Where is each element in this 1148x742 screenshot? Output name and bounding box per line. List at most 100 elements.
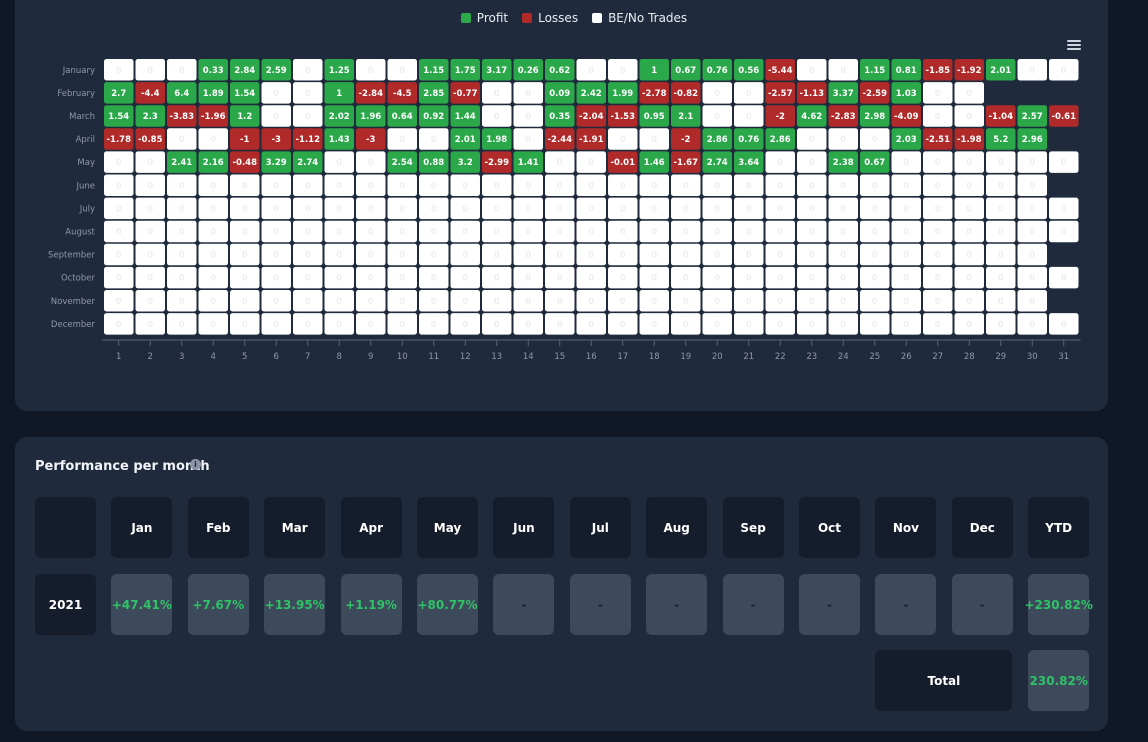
heatmap-cell-label: 0 — [588, 251, 594, 261]
heatmap-cell-label: 0 — [305, 89, 311, 99]
heatmap-cell-label: 0 — [966, 158, 972, 168]
heatmap-cell-label: 0 — [903, 158, 909, 168]
heatmap-cell-label: 3.37 — [833, 89, 854, 99]
month-performance-value[interactable]: - — [722, 574, 784, 635]
day-label: 4 — [211, 352, 216, 362]
heatmap-cell-label: -3.83 — [170, 112, 195, 122]
heatmap-cell-label: 0 — [431, 181, 437, 191]
heatmap-cell-label: 0 — [305, 112, 311, 122]
heatmap-cell-label: 0 — [242, 204, 248, 214]
heatmap-cell-label: 0 — [399, 204, 405, 214]
heatmap-cell-label: 0 — [336, 181, 342, 191]
day-label: 3 — [179, 352, 184, 362]
month-performance-value[interactable]: +47.41% — [111, 574, 173, 635]
month-performance-value[interactable]: - — [569, 574, 631, 635]
heatmap-cell-label: 0.95 — [644, 112, 665, 122]
heatmap-cell-label: 0 — [872, 251, 878, 261]
heatmap-cell-label: 0 — [147, 297, 153, 307]
heatmap-cell-label: -2 — [776, 112, 786, 122]
info-icon[interactable]: i — [190, 459, 201, 470]
heatmap-cell-label: 1.54 — [234, 89, 255, 99]
heatmap-cell-label: 0 — [777, 297, 783, 307]
month-performance-value[interactable]: +80.77% — [417, 574, 478, 635]
heatmap-cell-label: 0 — [179, 297, 185, 307]
heatmap-cell-label: 0 — [305, 227, 311, 237]
day-label: 24 — [838, 352, 849, 362]
heatmap-cell-label: 2.84 — [234, 66, 255, 76]
heatmap-cell-label: 1.96 — [360, 112, 381, 122]
heatmap-cell-label: 0 — [620, 251, 626, 261]
performance-title: Performance per month — [35, 459, 210, 474]
heatmap-cell-label: 2.01 — [455, 135, 476, 145]
heatmap-cell-label: 0 — [305, 66, 311, 76]
month-header: YTD — [1028, 497, 1090, 558]
heatmap-cell-label: -4.09 — [894, 112, 919, 122]
month-performance-value[interactable]: +7.67% — [187, 574, 249, 635]
heatmap-cell-label: 0 — [588, 66, 594, 76]
heatmap-cell-label: -0.82 — [674, 89, 699, 99]
heatmap-cell-label: 0 — [210, 135, 216, 145]
heatmap-cell-label: 0 — [998, 158, 1004, 168]
heatmap-cell-label: 0 — [903, 251, 909, 261]
heatmap-cell-label: 2.02 — [329, 112, 350, 122]
heatmap-cell-label: 0 — [966, 89, 972, 99]
heatmap-cell-label: 0 — [179, 181, 185, 191]
heatmap-cell-label: 0 — [147, 158, 153, 168]
month-label: September — [48, 251, 95, 261]
heatmap-cell-label: 0 — [557, 320, 563, 330]
heatmap-cell-label: 0 — [966, 274, 972, 284]
heatmap-cell-label: 0 — [273, 89, 279, 99]
month-label: August — [65, 227, 95, 237]
heatmap-cell-label: -0.85 — [138, 135, 163, 145]
total-label: Total — [875, 650, 1013, 711]
month-performance-value[interactable]: - — [875, 574, 937, 635]
heatmap-cell-label: 0 — [746, 297, 752, 307]
month-performance-value[interactable]: +230.82% — [1025, 574, 1093, 635]
heatmap-cell-label: 0 — [462, 297, 468, 307]
heatmap-cell-label: 0 — [809, 66, 815, 76]
day-label: 14 — [523, 352, 534, 362]
heatmap-cell-label: 0 — [494, 251, 500, 261]
heatmap-cell-label: 0 — [399, 181, 405, 191]
heatmap-cell-label: 0 — [683, 181, 689, 191]
heatmap-cell-label: 0 — [273, 227, 279, 237]
heatmap-cell-label: 0 — [840, 274, 846, 284]
heatmap-cell-label: 0 — [714, 112, 720, 122]
heatmap-cell-label: 0 — [620, 204, 626, 214]
heatmap-cell-label: 0 — [525, 204, 531, 214]
day-label: 31 — [1058, 352, 1069, 362]
heatmap-cell-label: 0 — [368, 297, 374, 307]
heatmap-cell-label: 0 — [525, 320, 531, 330]
heatmap-cell-label: 0 — [462, 181, 468, 191]
heatmap-cell-label: 0 — [872, 181, 878, 191]
heatmap-cell-label: 0 — [1029, 66, 1035, 76]
month-performance-value[interactable]: - — [799, 574, 860, 635]
heatmap-cell-label: 0 — [777, 204, 783, 214]
day-label: 12 — [460, 352, 471, 362]
heatmap-cell-label: 0 — [525, 251, 531, 261]
heatmap-cell-label: 0 — [179, 320, 185, 330]
month-performance-value[interactable]: - — [646, 574, 708, 635]
month-performance-value[interactable]: +13.95% — [264, 574, 326, 635]
heatmap-cell-label: 2.1 — [678, 112, 693, 122]
heatmap-cell-label: 0.76 — [738, 135, 759, 145]
month-performance-value[interactable]: +1.19% — [340, 574, 402, 635]
month-performance-value[interactable]: - — [951, 574, 1013, 635]
heatmap-cell-label: 0 — [809, 227, 815, 237]
heatmap-cell-label: 1.03 — [896, 89, 917, 99]
heatmap-cell-label: 0 — [399, 227, 405, 237]
heatmap-cell-label: 0 — [588, 320, 594, 330]
heatmap-cell-label: -2.44 — [548, 135, 573, 145]
heatmap-cell-label: 0 — [273, 112, 279, 122]
heatmap-cell-label: 0 — [368, 227, 374, 237]
total-value: 230.82% — [1028, 650, 1090, 711]
month-label: July — [79, 204, 95, 214]
heatmap-cell-label: 0 — [273, 251, 279, 261]
heatmap-cell-label: 0 — [872, 274, 878, 284]
heatmap-cell-label: 2.38 — [833, 158, 854, 168]
month-performance-value[interactable]: - — [493, 574, 555, 635]
heatmap-cell-label: 0 — [746, 204, 752, 214]
heatmap-cell-label: -1.92 — [957, 66, 982, 76]
heatmap-cell-label: 0 — [683, 274, 689, 284]
day-label: 22 — [775, 352, 786, 362]
